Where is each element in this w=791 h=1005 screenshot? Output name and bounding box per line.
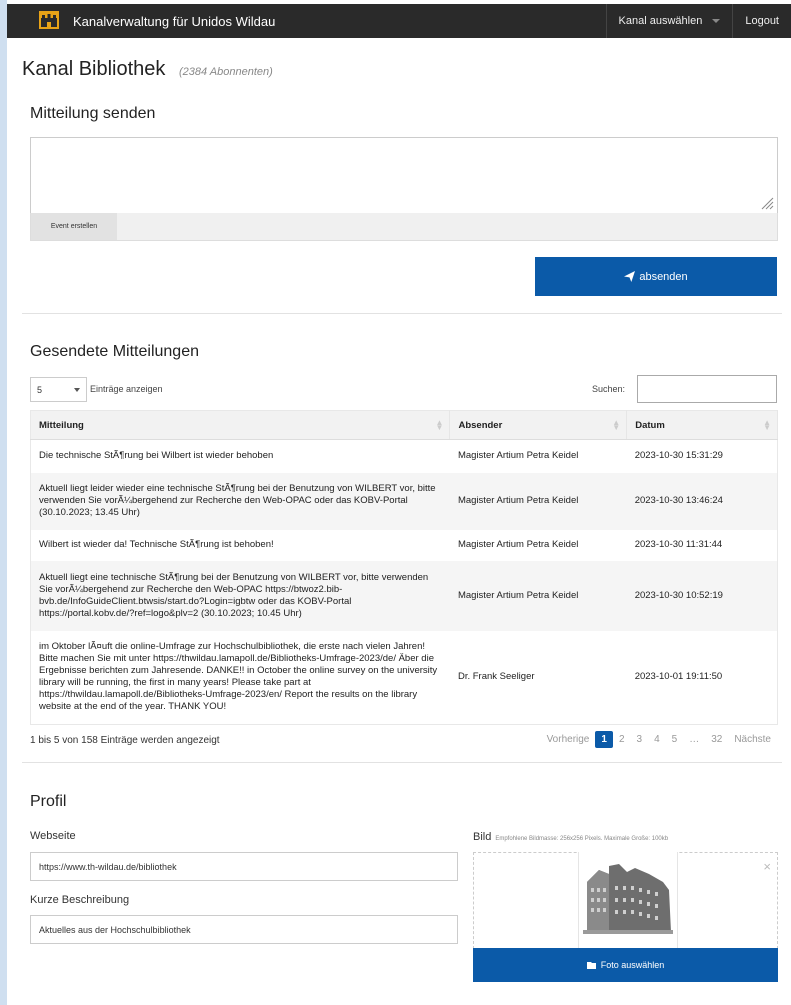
search-input[interactable] xyxy=(637,375,777,403)
sort-icon: ▲ ▼ xyxy=(612,418,621,432)
send-button[interactable]: absenden xyxy=(535,257,777,296)
compose-tab-bar: Event erstellen xyxy=(30,213,778,241)
message-textarea[interactable] xyxy=(30,137,778,214)
cell-sender: Dr. Frank Seeliger xyxy=(449,630,627,725)
logout-label: Logout xyxy=(745,15,779,27)
library-building-image xyxy=(583,864,673,934)
website-value: https://www.th-wildau.de/bibliothek xyxy=(39,861,177,872)
cell-message: Die technische StÃ¶rung bei Wilbert ist … xyxy=(30,439,450,473)
website-input[interactable]: https://www.th-wildau.de/bibliothek xyxy=(30,852,458,881)
page-length-label: Einträge anzeigen xyxy=(90,384,163,394)
table-row[interactable]: Aktuell liegt leider wieder eine technis… xyxy=(30,472,778,530)
channel-image-thumbnail xyxy=(578,852,678,949)
image-hint: Empfohlene Bildmasse: 256x256 Pixels. Ma… xyxy=(495,836,669,842)
cell-date: 2023-10-30 11:31:44 xyxy=(626,529,778,561)
column-header-message[interactable]: Mitteilung ▲ ▼ xyxy=(30,410,451,440)
channel-select-dropdown[interactable]: Kanal auswählen xyxy=(605,4,733,38)
cell-sender: Magister Artium Petra Keidel xyxy=(449,529,627,561)
page-title: Kanal Bibliothek (2384 Abonnenten) xyxy=(22,58,273,81)
cell-date: 2023-10-30 15:31:29 xyxy=(626,439,778,473)
subscriber-count: (2384 Abonnenten) xyxy=(179,66,273,78)
cell-date: 2023-10-30 10:52:19 xyxy=(626,560,778,631)
close-icon[interactable]: × xyxy=(763,859,771,874)
sent-heading: Gesendete Mitteilungen xyxy=(30,343,199,360)
pagination: Vorherige 1 2 3 4 5 … 32 Nächste xyxy=(541,731,777,748)
select-photo-label: Foto auswählen xyxy=(600,960,665,970)
compose-heading: Mitteilung senden xyxy=(30,105,156,122)
pager-page-2[interactable]: 2 xyxy=(613,731,631,748)
pager-next[interactable]: Nächste xyxy=(728,731,777,748)
table-info: 1 bis 5 von 158 Einträge werden angezeig… xyxy=(30,735,220,746)
cell-message: Wilbert ist wieder da! Technische StÃ¶ru… xyxy=(30,529,450,561)
resize-grip-icon[interactable] xyxy=(760,196,774,210)
messages-table: Mitteilung ▲ ▼ Absender ▲ ▼ Datum ▲ ▼ Die tech… xyxy=(30,410,778,725)
logout-link[interactable]: Logout xyxy=(732,4,791,38)
pager-ellipsis: … xyxy=(689,734,700,745)
cell-message: Aktuell liegt leider wieder eine technis… xyxy=(30,472,450,530)
description-value: Aktuelles aus der Hochschulbibliothek xyxy=(39,924,191,935)
select-photo-button[interactable]: Foto auswählen xyxy=(473,948,778,982)
description-label: Kurze Beschreibung xyxy=(30,894,130,906)
cell-sender: Magister Artium Petra Keidel xyxy=(449,472,627,530)
search-label: Suchen: xyxy=(592,384,626,394)
cell-message: Aktuell liegt eine technische StÃ¶rung b… xyxy=(30,560,450,631)
column-header-sender[interactable]: Absender ▲ ▼ xyxy=(449,410,628,440)
chevron-down-icon xyxy=(74,388,80,392)
pager-page-1[interactable]: 1 xyxy=(595,731,613,748)
brand-title[interactable]: Kanalverwaltung für Unidos Wildau xyxy=(73,14,275,29)
paper-plane-icon xyxy=(624,271,636,282)
sort-icon: ▲ ▼ xyxy=(763,418,771,432)
image-label: Bild Empfohlene Bildmasse: 256x256 Pixels… xyxy=(473,831,669,843)
profile-heading: Profil xyxy=(30,793,67,810)
website-label: Webseite xyxy=(30,830,76,842)
tab-event-label: Event erstellen xyxy=(50,223,98,230)
sort-icon: ▲ ▼ xyxy=(435,418,444,432)
divider xyxy=(22,313,782,314)
table-row[interactable]: Wilbert ist wieder da! Technische StÃ¶ru… xyxy=(30,529,778,561)
page-length-value: 5 xyxy=(37,384,43,395)
cell-sender: Magister Artium Petra Keidel xyxy=(449,439,627,473)
pager-page-5[interactable]: 5 xyxy=(666,731,684,748)
page: Kanalverwaltung für Unidos Wildau Kanal … xyxy=(7,0,791,1005)
image-dropzone[interactable]: × xyxy=(473,852,778,949)
pager-page-32[interactable]: 32 xyxy=(705,731,728,748)
page-length-select[interactable]: 5 xyxy=(30,377,87,402)
channel-name: Kanal Bibliothek xyxy=(22,58,166,80)
chevron-down-icon xyxy=(712,19,721,23)
send-button-label: absenden xyxy=(639,270,688,283)
cell-date: 2023-10-01 19:11:50 xyxy=(626,630,778,725)
divider xyxy=(22,762,782,763)
cell-date: 2023-10-30 13:46:24 xyxy=(626,472,778,530)
pager-page-3[interactable]: 3 xyxy=(631,731,649,748)
cell-sender: Magister Artium Petra Keidel xyxy=(449,560,627,631)
table-row[interactable]: Aktuell liegt eine technische StÃ¶rung b… xyxy=(30,560,778,631)
folder-open-icon xyxy=(586,961,596,969)
table-row[interactable]: im Oktober lÃ¤uft die online-Umfrage zur… xyxy=(30,630,778,725)
channel-select-label: Kanal auswählen xyxy=(618,15,703,27)
top-navbar: Kanalverwaltung für Unidos Wildau Kanal … xyxy=(7,4,791,38)
tab-event-create[interactable]: Event erstellen xyxy=(31,213,117,240)
cell-message: im Oktober lÃ¤uft die online-Umfrage zur… xyxy=(30,630,450,725)
pager-prev[interactable]: Vorherige xyxy=(541,731,596,748)
pager-page-4[interactable]: 4 xyxy=(648,731,666,748)
description-input[interactable]: Aktuelles aus der Hochschulbibliothek xyxy=(30,915,458,944)
column-header-date[interactable]: Datum ▲ ▼ xyxy=(626,410,778,440)
castle-logo-icon xyxy=(39,11,59,29)
table-row[interactable]: Die technische StÃ¶rung bei Wilbert ist … xyxy=(30,439,778,473)
